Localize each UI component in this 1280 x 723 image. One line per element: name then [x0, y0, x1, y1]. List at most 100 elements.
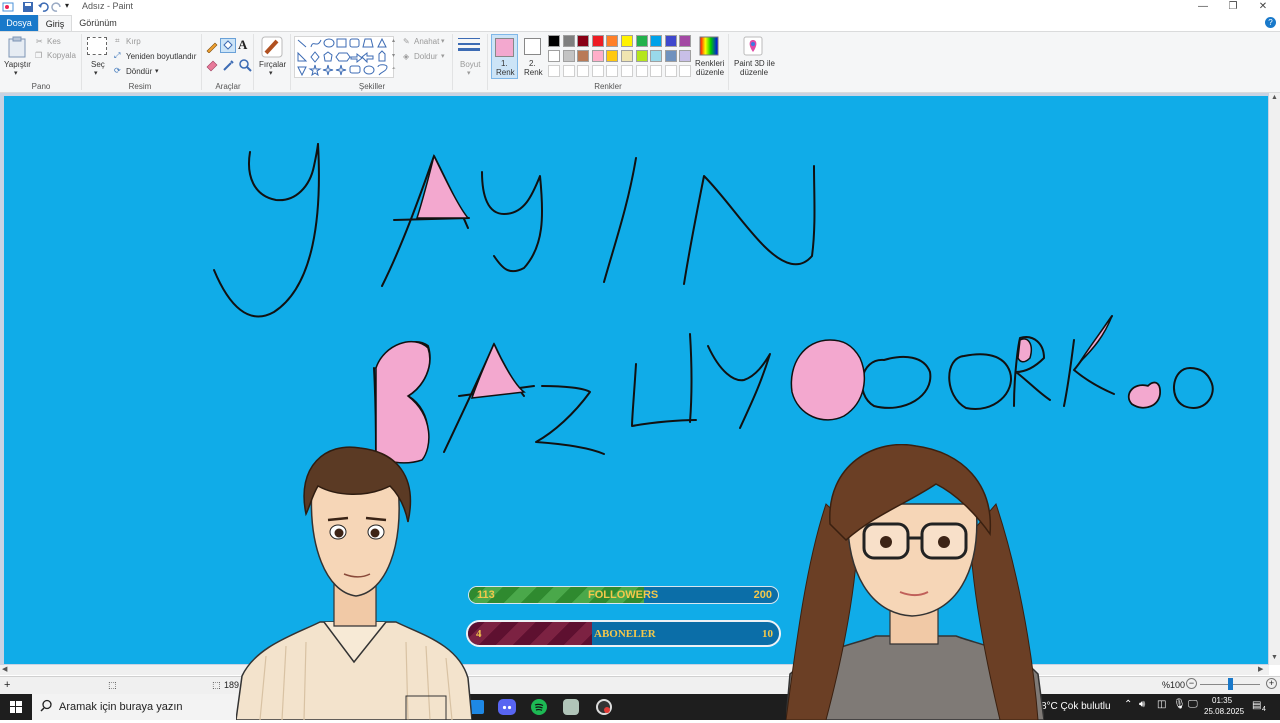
resize-button[interactable]: Yeniden boyutlandır	[126, 52, 196, 61]
color-swatch[interactable]	[679, 35, 692, 47]
spotify-icon[interactable]	[531, 699, 547, 715]
shapes-gallery[interactable]	[294, 36, 394, 78]
color-swatch[interactable]	[606, 50, 619, 62]
outline-button[interactable]: Anahat	[414, 37, 439, 46]
paste-icon[interactable]	[6, 36, 28, 58]
color-swatch[interactable]	[664, 50, 677, 62]
size-dropdown-icon[interactable]: ▾	[467, 69, 471, 77]
color-swatch[interactable]	[562, 35, 575, 47]
paint3d-button[interactable]: Paint 3D ile	[734, 59, 775, 68]
mail-app-icon[interactable]	[470, 700, 484, 714]
app-icon[interactable]	[563, 699, 579, 715]
redo-icon[interactable]	[51, 1, 63, 13]
paint3d-icon[interactable]	[743, 36, 763, 59]
color-swatch[interactable]	[635, 50, 648, 62]
paint-app-icon[interactable]	[2, 1, 14, 13]
rotate-button[interactable]: Döndür	[126, 67, 152, 76]
copy-button[interactable]: Kopyala	[47, 51, 76, 60]
fill-button[interactable]: Doldur	[414, 52, 438, 61]
taskbar-search[interactable]: Aramak için buraya yazın	[32, 694, 242, 720]
discord-icon[interactable]	[498, 699, 516, 715]
network-icon[interactable]: 🖵︎	[1188, 699, 1198, 710]
custom-color-slot[interactable]	[621, 65, 633, 77]
save-icon[interactable]	[22, 1, 34, 13]
color-swatch[interactable]	[562, 50, 575, 62]
magnifier-icon[interactable]	[238, 58, 252, 75]
crop-button[interactable]: Kırp	[126, 37, 141, 46]
fill-dropdown-icon[interactable]: ▾	[441, 52, 445, 60]
notifications-icon[interactable]: ▤	[1252, 700, 1261, 711]
clock-time[interactable]: 01:35	[1212, 696, 1232, 705]
color-swatch[interactable]	[548, 35, 560, 47]
text-tool-icon[interactable]: A	[238, 37, 247, 53]
brushes-button[interactable]: Fırçalar	[259, 60, 286, 69]
fill-bucket-icon[interactable]	[220, 38, 236, 53]
close-icon[interactable]: ✕	[1250, 0, 1276, 14]
custom-color-slot[interactable]	[577, 65, 590, 77]
color-swatch[interactable]	[606, 35, 619, 47]
color-swatch[interactable]	[548, 50, 560, 62]
obs-icon[interactable]	[596, 699, 612, 715]
custom-color-slot[interactable]	[664, 65, 677, 77]
quick-access-dropdown-icon[interactable]: ▾	[65, 1, 77, 13]
shapes-expand-icon[interactable]: ⩡	[392, 66, 395, 73]
volume-icon[interactable]: 🔊︎	[1139, 699, 1145, 710]
color-swatch[interactable]	[577, 35, 590, 47]
color-swatch[interactable]	[621, 50, 633, 62]
clock-date[interactable]: 25.08.2025	[1204, 707, 1244, 716]
paste-dropdown-icon[interactable]: ▾	[14, 69, 18, 77]
custom-color-slot[interactable]	[548, 65, 560, 77]
scroll-down-icon[interactable]: ▼	[1271, 654, 1278, 661]
zoom-out-icon[interactable]: −	[1186, 678, 1197, 689]
color2-swatch[interactable]	[524, 38, 541, 55]
pencil-icon[interactable]	[205, 39, 219, 56]
edit-colors-button-2[interactable]: düzenle	[696, 68, 724, 77]
color-swatch[interactable]	[650, 50, 663, 62]
zoom-in-icon[interactable]: +	[1266, 678, 1277, 689]
color-swatch[interactable]	[650, 35, 663, 47]
undo-icon[interactable]	[37, 1, 49, 13]
scroll-up-icon[interactable]: ▲	[1271, 94, 1278, 101]
zoom-slider-thumb[interactable]	[1228, 678, 1233, 690]
microphone-icon[interactable]: 🎙︎	[1173, 699, 1186, 710]
cut-button[interactable]: Kes	[47, 37, 61, 46]
color-swatch[interactable]	[621, 35, 633, 47]
tab-view[interactable]: Görünüm	[74, 15, 122, 31]
tab-home[interactable]: Giriş	[38, 15, 72, 31]
custom-color-slot[interactable]	[606, 65, 619, 77]
color-swatch[interactable]	[577, 50, 590, 62]
rotate-dropdown-icon[interactable]: ▾	[155, 67, 159, 75]
size-icon[interactable]	[458, 36, 480, 59]
shapes-scroll-down-icon[interactable]: ▾	[392, 52, 395, 59]
color-swatch[interactable]	[591, 50, 604, 62]
color-swatch[interactable]	[664, 35, 677, 47]
custom-color-slot[interactable]	[650, 65, 663, 77]
tray-expand-icon[interactable]: ⌃	[1124, 699, 1132, 710]
brushes-dropdown-icon[interactable]: ▾	[269, 69, 273, 77]
brushes-icon[interactable]	[260, 35, 284, 62]
edit-colors-icon[interactable]	[699, 36, 719, 59]
scroll-right-icon[interactable]: ▶	[1258, 665, 1263, 673]
maximize-icon[interactable]: ❐	[1220, 0, 1246, 14]
shapes-scroll-up-icon[interactable]: ▴	[392, 37, 395, 44]
outline-dropdown-icon[interactable]: ▾	[441, 37, 445, 45]
help-icon[interactable]: ?	[1265, 17, 1276, 28]
select-dropdown-icon[interactable]: ▾	[94, 69, 98, 77]
custom-color-slot[interactable]	[635, 65, 648, 77]
scroll-left-icon[interactable]: ◀	[2, 665, 7, 673]
custom-color-slot[interactable]	[591, 65, 604, 77]
select-button[interactable]: Seç	[91, 60, 105, 69]
horizontal-scrollbar[interactable]: ◀ ▶	[0, 665, 1269, 675]
meet-now-icon[interactable]: ◫	[1157, 699, 1166, 710]
vertical-scrollbar[interactable]: ▲ ▼	[1269, 93, 1280, 665]
weather-text[interactable]: 8°C Çok bulutlu	[1041, 701, 1111, 712]
custom-color-slot[interactable]	[679, 65, 692, 77]
edit-colors-button[interactable]: Renkleri	[695, 59, 724, 68]
color-swatch[interactable]	[591, 35, 604, 47]
color-swatch[interactable]	[679, 50, 692, 62]
select-icon[interactable]	[87, 37, 107, 55]
color-swatch[interactable]	[635, 35, 648, 47]
size-button[interactable]: Boyut	[460, 60, 480, 69]
color-picker-icon[interactable]	[222, 58, 236, 75]
tab-file[interactable]: Dosya	[0, 15, 38, 31]
